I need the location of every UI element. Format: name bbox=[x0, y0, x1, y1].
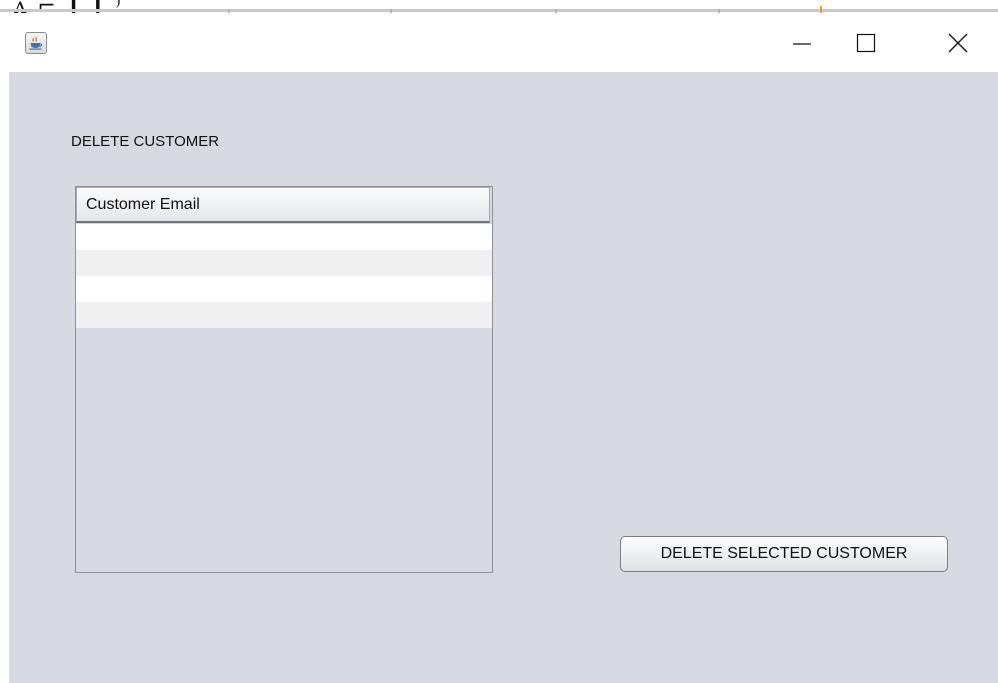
background-window-tabbar bbox=[0, 9, 998, 12]
background-window-strip: ᴧ̃ ⌐ ┃ ┃ ⁾ bbox=[0, 0, 998, 13]
customer-table[interactable]: Customer Email bbox=[75, 186, 493, 573]
table-row[interactable] bbox=[76, 276, 492, 302]
table-row[interactable] bbox=[76, 224, 492, 250]
table-rows bbox=[76, 224, 492, 328]
maximize-icon bbox=[856, 33, 876, 53]
column-header-label: Customer Email bbox=[86, 196, 200, 213]
table-row[interactable] bbox=[76, 302, 492, 328]
java-coffee-icon[interactable] bbox=[25, 32, 47, 54]
table-row[interactable] bbox=[76, 250, 492, 276]
minimize-icon bbox=[793, 43, 811, 45]
page-title: DELETE CUSTOMER bbox=[71, 133, 220, 150]
close-icon bbox=[948, 33, 968, 53]
minimize-button[interactable] bbox=[779, 25, 825, 61]
maximize-button[interactable] bbox=[843, 25, 889, 61]
background-window-marker bbox=[820, 6, 822, 13]
close-button[interactable] bbox=[935, 25, 981, 61]
content-panel: DELETE CUSTOMER Customer Email DELETE SE… bbox=[9, 72, 998, 683]
table-header-customer-email[interactable]: Customer Email bbox=[76, 187, 490, 223]
delete-selected-customer-button[interactable]: DELETE SELECTED CUSTOMER bbox=[620, 536, 948, 572]
window-titlebar[interactable] bbox=[0, 13, 998, 72]
